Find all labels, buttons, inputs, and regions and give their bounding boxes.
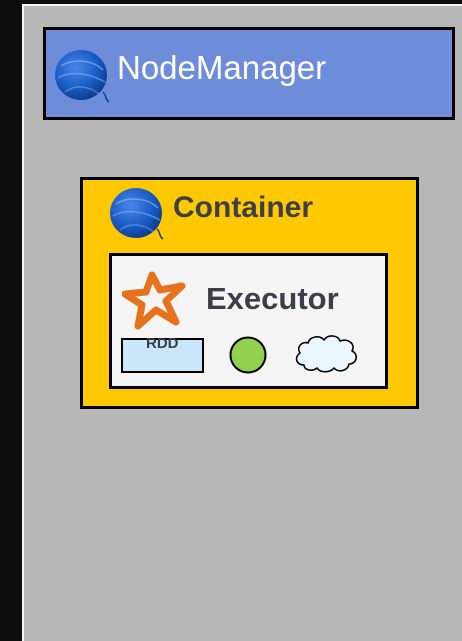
executor-title: Executor bbox=[206, 281, 339, 316]
yarn-ball-icon bbox=[110, 188, 164, 240]
rdd-label: RDD bbox=[146, 335, 179, 352]
yarn-ball-icon bbox=[55, 50, 110, 103]
task-circle bbox=[229, 336, 267, 374]
diagram-canvas: NodeManager Container Executor RDD bbox=[0, 0, 462, 641]
node-manager-title: NodeManager bbox=[117, 49, 327, 86]
cloud-icon bbox=[295, 335, 358, 373]
spark-star-icon bbox=[122, 271, 186, 330]
container-title: Container bbox=[173, 191, 314, 224]
